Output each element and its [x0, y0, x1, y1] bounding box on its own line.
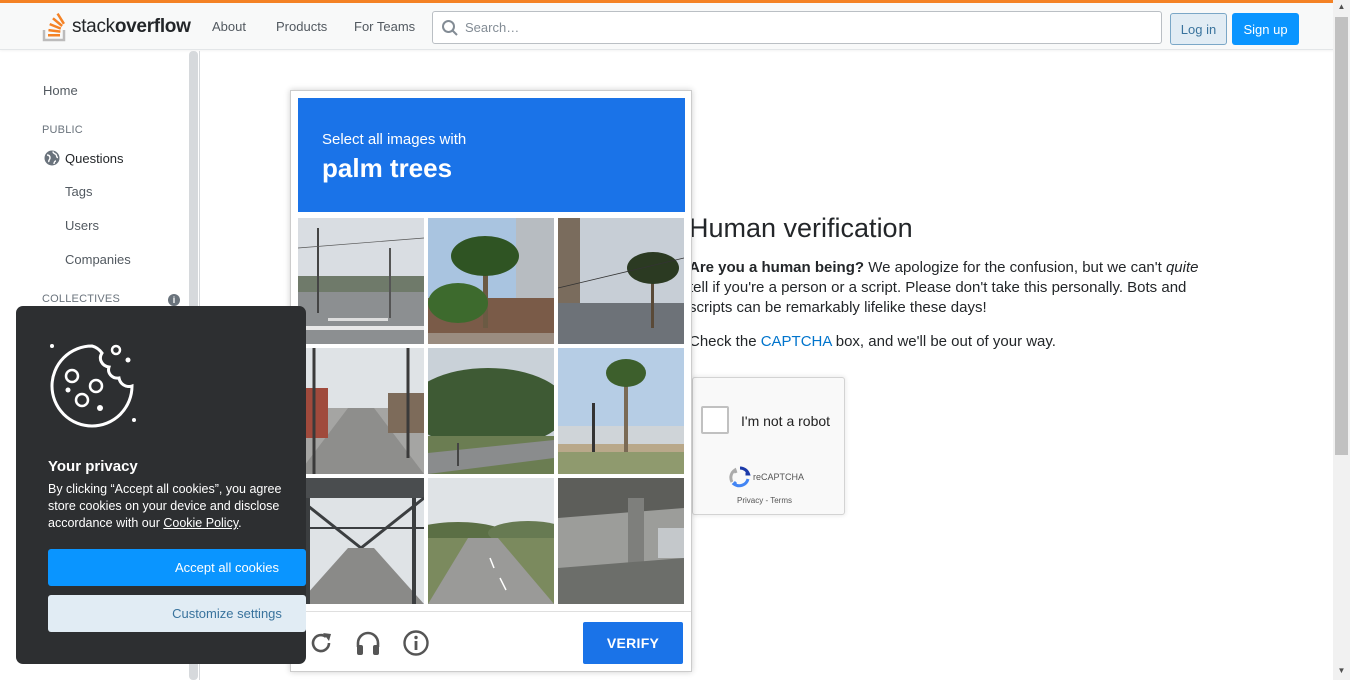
- challenge-target: palm trees: [322, 153, 453, 183]
- challenge-tile-6[interactable]: [558, 348, 684, 474]
- sidebar-item-companies[interactable]: Companies: [65, 252, 131, 267]
- challenge-tile-2[interactable]: [428, 218, 554, 344]
- recaptcha-privacy-link[interactable]: Privacy: [737, 496, 763, 505]
- globe-icon: [44, 150, 60, 166]
- challenge-tile-8[interactable]: [428, 478, 554, 604]
- top-bar: stackoverflow About Products For Teams L…: [0, 0, 1335, 50]
- info-icon[interactable]: [402, 629, 430, 657]
- nav-about[interactable]: About: [212, 19, 246, 34]
- cookie-consent-banner: Your privacy By clicking “Accept all coo…: [16, 306, 306, 664]
- reload-icon[interactable]: [307, 629, 335, 657]
- login-button[interactable]: Log in: [1170, 13, 1227, 45]
- scroll-up-arrow[interactable]: ▲: [1336, 2, 1347, 11]
- recaptcha-brand: reCAPTCHA: [729, 466, 804, 488]
- challenge-tile-3[interactable]: [558, 218, 684, 344]
- challenge-instruction: Select all images with: [322, 131, 467, 148]
- verification-explanation: Are you a human being? We apologize for …: [689, 259, 1199, 316]
- challenge-tile-1[interactable]: [298, 218, 424, 344]
- privacy-text: By clicking “Accept all cookies”, you ag…: [48, 482, 282, 530]
- sidebar-item-tags[interactable]: Tags: [65, 184, 92, 199]
- recaptcha-label: I'm not a robot: [741, 413, 831, 429]
- stackoverflow-logo[interactable]: stackoverflow: [42, 11, 191, 43]
- search-icon: [442, 19, 458, 36]
- sidebar-item-questions[interactable]: Questions: [65, 151, 124, 166]
- recaptcha-logo-icon: [729, 466, 751, 488]
- accept-cookies-button[interactable]: Accept all cookies: [48, 549, 306, 586]
- recaptcha-checkbox[interactable]: [701, 406, 729, 434]
- recaptcha-terms-link[interactable]: Terms: [770, 496, 792, 505]
- search-box[interactable]: [432, 11, 1162, 44]
- sidebar-item-home[interactable]: Home: [43, 83, 78, 98]
- sidebar-item-users[interactable]: Users: [65, 218, 99, 233]
- nav-for-teams[interactable]: For Teams: [354, 19, 415, 34]
- challenge-tile-4[interactable]: [298, 348, 424, 474]
- privacy-title: Your privacy: [48, 458, 138, 475]
- sidebar-heading-public: PUBLIC: [42, 124, 83, 136]
- page-scrollbar-thumb[interactable]: [1335, 17, 1348, 455]
- challenge-header: Select all images with palm trees: [298, 98, 685, 212]
- collectives-info-icon[interactable]: i: [168, 294, 180, 306]
- recaptcha-widget: I'm not a robot reCAPTCHA Privacy - Term…: [692, 377, 845, 515]
- verification-instruction: Check the CAPTCHA box, and we'll be out …: [689, 333, 1056, 350]
- challenge-footer: VERIFY: [291, 611, 691, 671]
- signup-button[interactable]: Sign up: [1232, 13, 1299, 45]
- challenge-tile-5[interactable]: [428, 348, 554, 474]
- recaptcha-terms: Privacy - Terms: [737, 496, 792, 505]
- scroll-down-arrow[interactable]: ▼: [1336, 666, 1347, 675]
- customize-settings-button[interactable]: Customize settings: [48, 595, 306, 632]
- challenge-tile-7[interactable]: [298, 478, 424, 604]
- captcha-challenge-popup: Select all images with palm trees VERIFY: [290, 90, 692, 672]
- verify-button[interactable]: VERIFY: [583, 622, 683, 664]
- nav-products[interactable]: Products: [276, 19, 327, 34]
- cookie-icon: [50, 344, 136, 428]
- challenge-tile-9[interactable]: [558, 478, 684, 604]
- search-input[interactable]: [465, 20, 1145, 35]
- logo-text: stackoverflow: [72, 16, 191, 37]
- audio-icon[interactable]: [354, 629, 382, 657]
- captcha-link[interactable]: CAPTCHA: [761, 333, 832, 350]
- page-title: Human verification: [689, 213, 913, 243]
- cookie-policy-link[interactable]: Cookie Policy: [163, 516, 238, 530]
- sidebar-heading-collectives: COLLECTIVES: [42, 293, 121, 305]
- stack-logo-icon: [42, 12, 66, 42]
